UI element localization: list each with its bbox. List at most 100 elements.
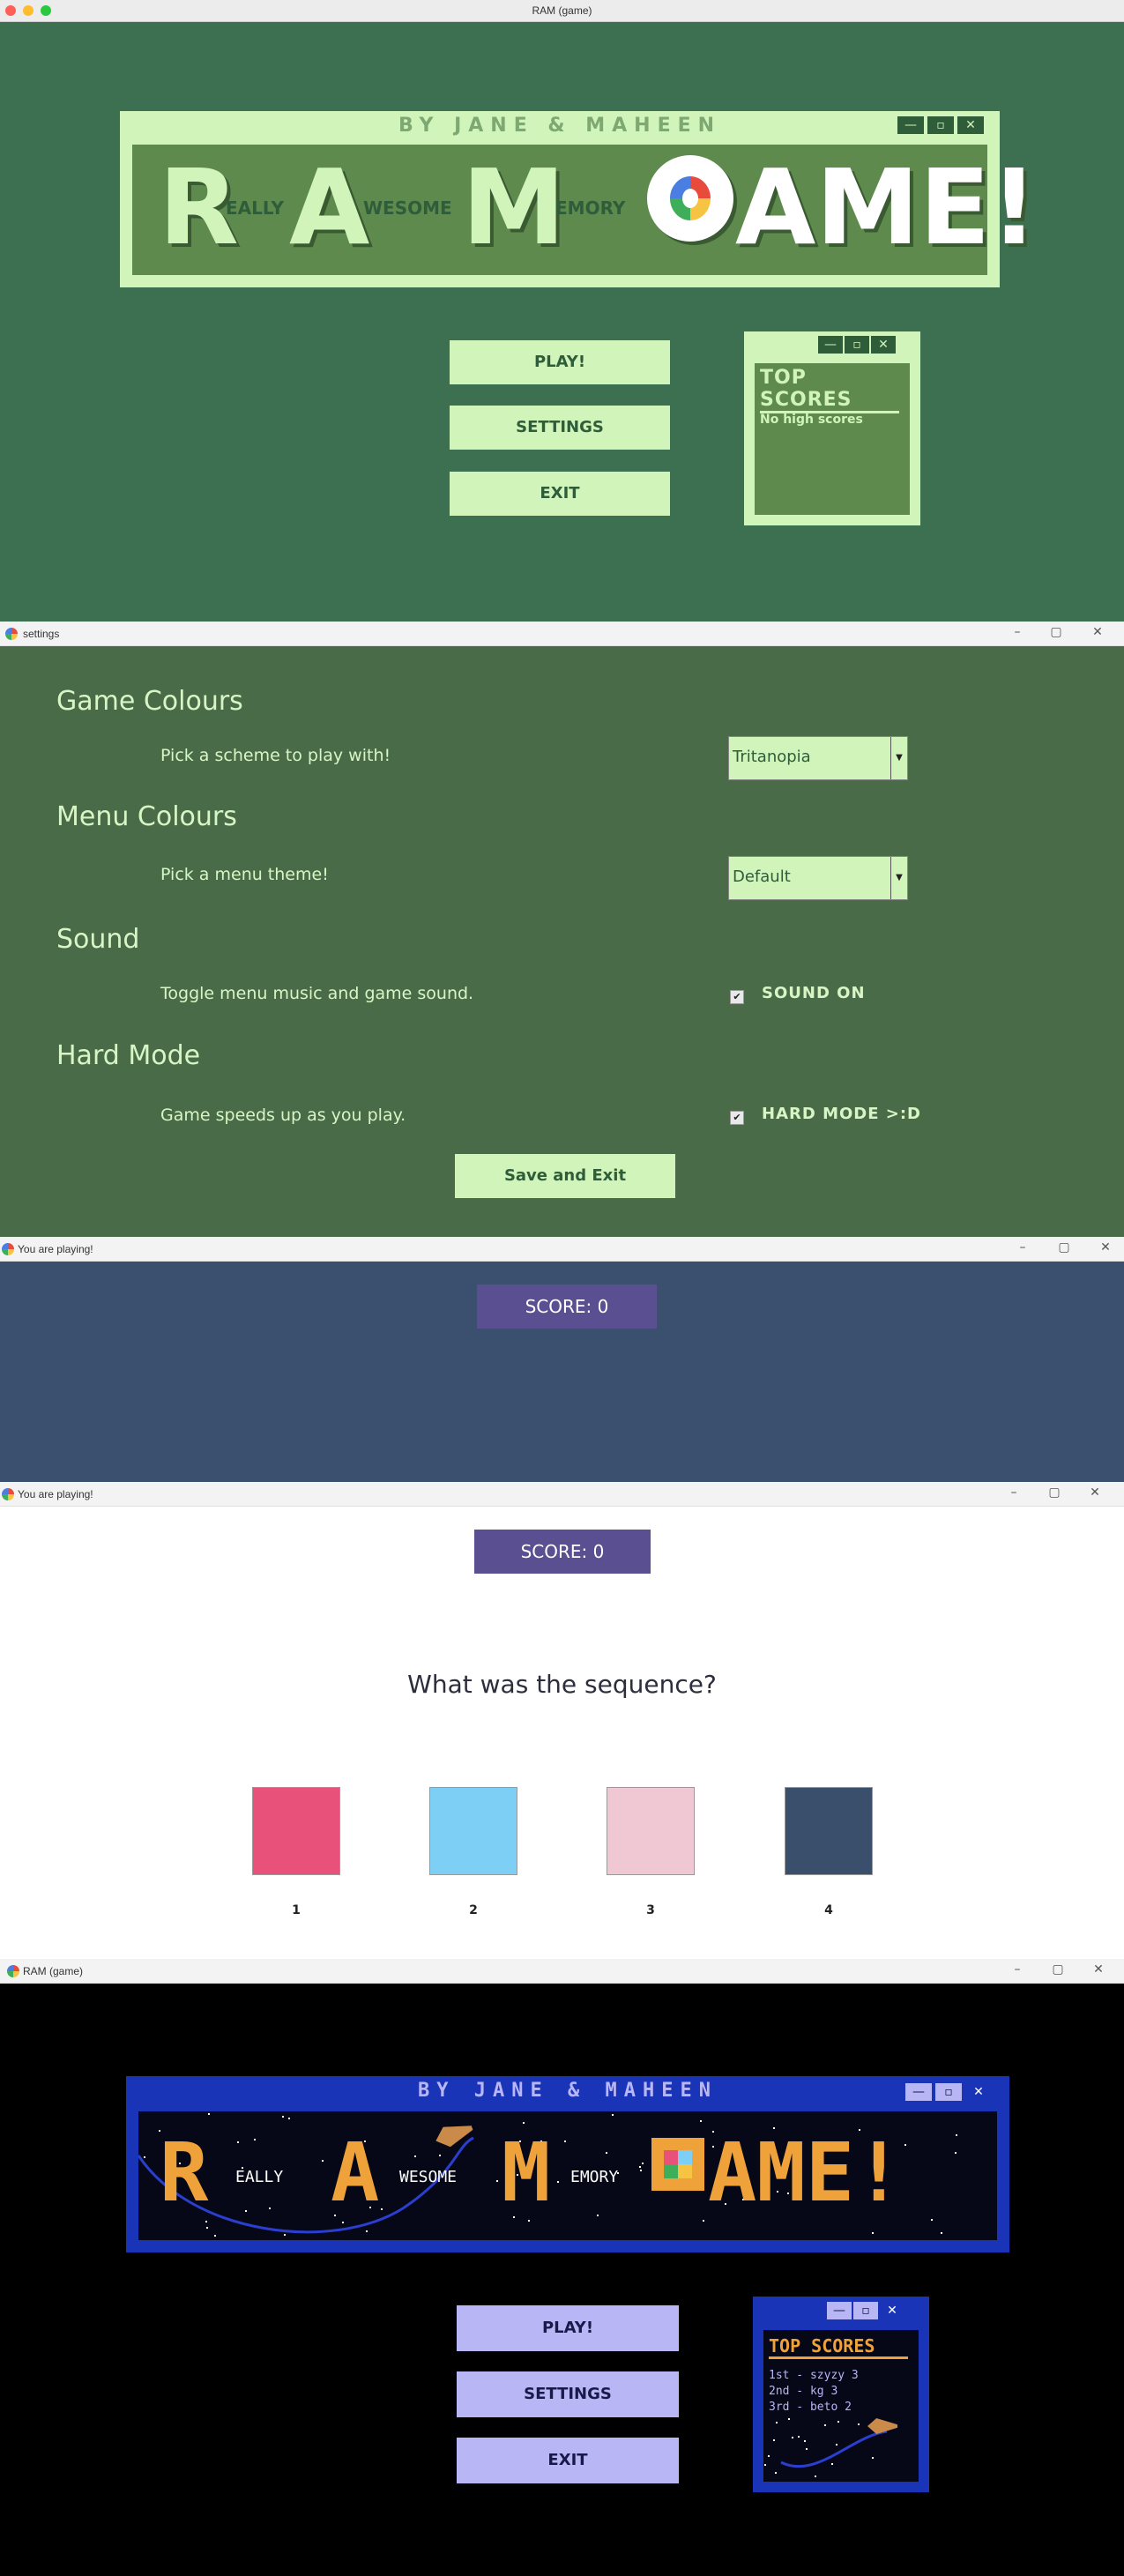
- title-banner: BY JANE & MAHEEN — ▫ ✕ R EALLY A WESOME …: [120, 111, 1038, 287]
- app-icon: [2, 1243, 14, 1255]
- tile-label: 2: [469, 1903, 478, 1917]
- banner-maximize-button[interactable]: ▫: [935, 2083, 962, 2101]
- settings-button[interactable]: SETTINGS: [457, 2371, 679, 2417]
- title-bar: RAM (game): [0, 0, 1124, 22]
- sound-checkbox-label: SOUND ON: [762, 984, 866, 1002]
- logo-word-game: AME!: [735, 146, 1038, 268]
- scores-title: TOP SCORES: [769, 2335, 908, 2359]
- space-banner-inner: R EALLY A WESOME M EMORY AME!: [138, 2111, 997, 2240]
- scores-maximize-button[interactable]: ▫: [853, 2302, 878, 2319]
- title-bar: settings – ▢ ✕: [0, 622, 1124, 646]
- chevron-down-icon[interactable]: ▼: [890, 857, 907, 899]
- title-bar: You are playing! – ▢ ✕: [0, 1237, 1124, 1262]
- banner-maximize-button[interactable]: ▫: [927, 116, 954, 134]
- logo-letter-r: R: [160, 2126, 209, 2220]
- window-title: settings: [23, 628, 60, 640]
- scores-close-button[interactable]: ✕: [871, 336, 896, 354]
- scores-close-button[interactable]: ✕: [880, 2302, 904, 2319]
- banner-minimize-button[interactable]: —: [905, 2083, 932, 2101]
- app-icon: [2, 1488, 14, 1500]
- settings-button[interactable]: SETTINGS: [450, 406, 670, 450]
- game-colours-desc: Pick a scheme to play with!: [160, 746, 391, 765]
- score-entry: 3rd - beto 2: [769, 2401, 852, 2414]
- close-button[interactable]: ✕: [1097, 1240, 1114, 1254]
- sound-desc: Toggle menu music and game sound.: [160, 984, 474, 1003]
- sequence-tile-4[interactable]: [785, 1787, 873, 1875]
- chevron-down-icon[interactable]: ▼: [890, 737, 907, 779]
- settings-window: settings – ▢ ✕ Game Colours Pick a schem…: [0, 622, 1124, 1237]
- save-and-exit-button[interactable]: Save and Exit: [455, 1154, 675, 1198]
- banner-inner: R EALLY A WESOME M EMORY AME!: [132, 145, 1038, 275]
- question-text: What was the sequence?: [407, 1670, 717, 1699]
- scores-title: TOP SCORES: [760, 367, 899, 413]
- banner-close-button[interactable]: ✕: [965, 2083, 992, 2101]
- space-title-banner: BY JANE & MAHEEN — ▫ ✕ R EALLY A WESOME …: [126, 2076, 1009, 2252]
- maximize-button[interactable]: ▢: [1046, 1485, 1063, 1500]
- logo-word-wesome: WESOME: [399, 2168, 458, 2186]
- tile-label: 1: [292, 1903, 301, 1917]
- scores-minimize-button[interactable]: —: [818, 336, 843, 354]
- logo-letter-a: A: [289, 146, 370, 268]
- sequence-tile-2[interactable]: [429, 1787, 517, 1875]
- window-title: RAM (game): [23, 1965, 84, 1977]
- top-scores-panel: — ▫ ✕ TOP SCORES 1st - szyzy 3 2nd - kg …: [753, 2297, 929, 2492]
- logo-letter-m: M: [462, 146, 566, 268]
- close-button[interactable]: ✕: [1090, 1962, 1107, 1977]
- scores-inner: TOP SCORES No high scores: [755, 363, 910, 515]
- window-title: You are playing!: [18, 1488, 93, 1500]
- menu-colours-desc: Pick a menu theme!: [160, 865, 329, 884]
- window-title: RAM (game): [532, 4, 592, 17]
- maximize-button[interactable]: ▢: [1047, 625, 1065, 639]
- main-menu-window: RAM (game) BY JANE & MAHEEN — ▫ ✕ R EALL…: [0, 0, 1124, 622]
- logo-letter-a: A: [331, 2126, 380, 2220]
- minimize-button[interactable]: –: [1005, 1485, 1023, 1500]
- dropdown-value: Tritanopia: [733, 748, 811, 766]
- exit-button[interactable]: EXIT: [457, 2438, 679, 2483]
- tile-label: 4: [824, 1903, 833, 1917]
- logo-letter-m: M: [502, 2126, 551, 2220]
- exit-button[interactable]: EXIT: [450, 472, 670, 516]
- tile-label: 3: [646, 1903, 655, 1917]
- score-entry: 2nd - kg 3: [769, 2385, 838, 2398]
- scores-maximize-button[interactable]: ▫: [845, 336, 869, 354]
- play-button[interactable]: PLAY!: [457, 2305, 679, 2351]
- logo-g-icon: [651, 2138, 704, 2191]
- maximize-button[interactable]: ▢: [1049, 1962, 1067, 1977]
- app-icon: [5, 628, 18, 640]
- dropdown-value: Default: [733, 867, 791, 886]
- sound-heading: Sound: [56, 924, 140, 955]
- banner-byline: BY JANE & MAHEEN: [398, 115, 722, 137]
- sequence-tile-3[interactable]: [607, 1787, 695, 1875]
- close-button[interactable]: ✕: [1089, 625, 1106, 639]
- minimize-button[interactable]: –: [1009, 1962, 1026, 1977]
- scores-inner: TOP SCORES 1st - szyzy 3 2nd - kg 3 3rd …: [763, 2330, 919, 2482]
- logo-g-icon: [647, 155, 733, 242]
- hard-mode-desc: Game speeds up as you play.: [160, 1106, 406, 1125]
- score-display: SCORE: 0: [474, 1530, 651, 1574]
- sound-checkbox[interactable]: ✔: [730, 990, 744, 1004]
- banner-close-button[interactable]: ✕: [957, 116, 984, 134]
- space-menu-window: RAM (game) – ▢ ✕ BY JANE & MAHEEN — ▫ ✕ …: [0, 1959, 1124, 2576]
- banner-minimize-button[interactable]: —: [897, 116, 924, 134]
- menu-colours-dropdown[interactable]: Default ▼: [728, 856, 908, 900]
- title-bar: You are playing! – ▢ ✕: [0, 1482, 1124, 1507]
- score-entry: 1st - szyzy 3: [769, 2369, 859, 2382]
- logo-word-wesome: WESOME: [363, 197, 452, 219]
- close-button[interactable]: ✕: [1086, 1485, 1104, 1500]
- banner-byline: BY JANE & MAHEEN: [418, 2080, 718, 2102]
- logo-word-eally: EALLY: [235, 2168, 284, 2186]
- scores-minimize-button[interactable]: —: [827, 2302, 852, 2319]
- window-title: You are playing!: [18, 1243, 93, 1255]
- logo-word-emory: EMORY: [570, 2168, 619, 2186]
- maximize-button[interactable]: ▢: [1055, 1240, 1073, 1254]
- sequence-tile-1[interactable]: [252, 1787, 340, 1875]
- logo-word-emory: EMORY: [555, 197, 626, 219]
- scores-empty-text: No high scores: [760, 413, 863, 427]
- game-colours-dropdown[interactable]: Tritanopia ▼: [728, 736, 908, 780]
- minimize-button[interactable]: –: [1014, 1240, 1031, 1254]
- game-colours-heading: Game Colours: [56, 686, 243, 717]
- hard-mode-checkbox[interactable]: ✔: [730, 1111, 744, 1125]
- minimize-button[interactable]: –: [1009, 625, 1026, 639]
- play-button[interactable]: PLAY!: [450, 340, 670, 384]
- score-display: SCORE: 0: [477, 1284, 657, 1329]
